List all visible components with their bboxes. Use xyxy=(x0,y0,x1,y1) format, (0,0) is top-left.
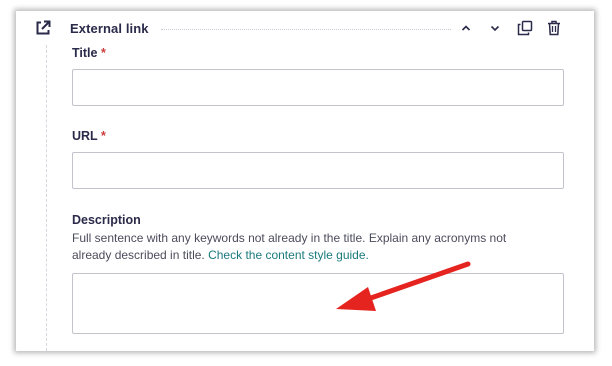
move-down-button[interactable] xyxy=(486,19,504,37)
trash-icon xyxy=(548,20,560,36)
delete-button[interactable] xyxy=(545,19,563,37)
url-label-text: URL xyxy=(72,129,98,143)
chevron-up-icon xyxy=(461,25,471,31)
url-input[interactable] xyxy=(72,152,564,189)
external-link-icon xyxy=(35,20,51,36)
description-help-text: Full sentence with any keywords not alre… xyxy=(72,230,542,264)
external-link-block: External link Title * URL * Description … xyxy=(16,11,594,351)
block-title: External link xyxy=(70,21,149,36)
content-style-guide-link[interactable]: Check the content style guide. xyxy=(208,248,369,262)
description-label-text: Description xyxy=(72,213,141,227)
required-marker: * xyxy=(100,129,106,143)
title-label-text: Title xyxy=(72,46,98,60)
title-input[interactable] xyxy=(72,69,564,106)
title-label: Title * xyxy=(72,46,106,60)
description-input[interactable] xyxy=(72,273,564,334)
move-up-button[interactable] xyxy=(457,19,475,37)
chevron-down-icon xyxy=(490,25,500,32)
required-marker: * xyxy=(100,46,106,60)
duplicate-button[interactable] xyxy=(516,19,534,37)
description-label: Description xyxy=(72,213,141,227)
header-divider xyxy=(161,29,451,30)
copy-icon xyxy=(517,20,533,36)
block-header: External link xyxy=(16,11,594,45)
url-label: URL * xyxy=(72,129,106,143)
block-guide-line xyxy=(46,45,47,351)
